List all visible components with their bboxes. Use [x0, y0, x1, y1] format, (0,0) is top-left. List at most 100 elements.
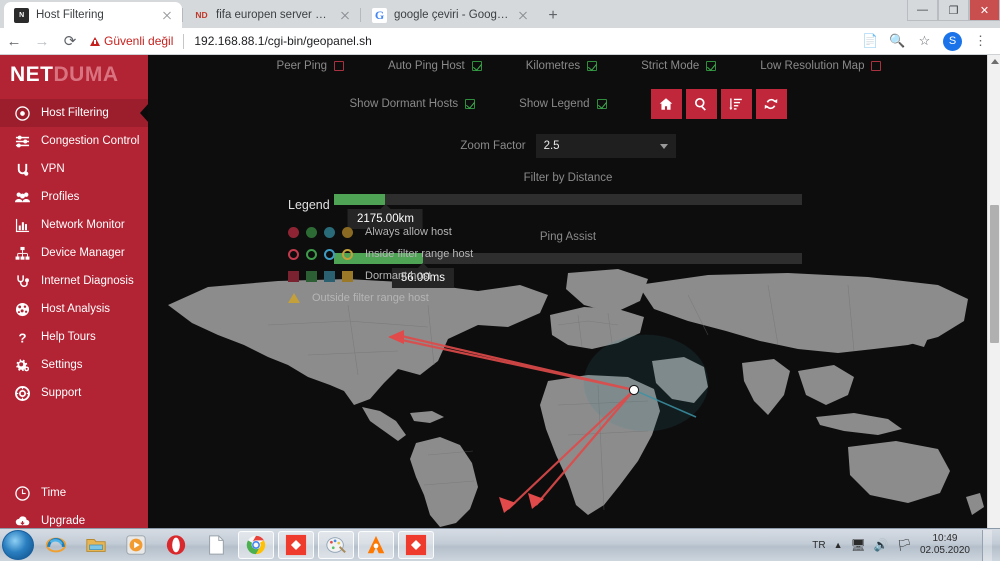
network-icon[interactable]: 🖥 [851, 538, 866, 552]
new-tab-button[interactable]: + [542, 5, 564, 27]
checkbox-row-primary: Peer Ping Auto Ping Host Kilometres Stri… [148, 55, 988, 77]
back-button[interactable]: ← [0, 33, 28, 50]
windows-taskbar: TR ▲ 🖥 🔊 🏳 10:49 02.05.2020 [0, 528, 1000, 561]
zoom-factor-select[interactable]: 2.5 [535, 134, 676, 158]
media-player-icon[interactable] [118, 531, 154, 559]
reload-button[interactable]: ⟳ [56, 32, 84, 50]
sidebar-item-host-filtering[interactable]: Host Filtering [0, 99, 149, 127]
sidebar-item-network-monitor[interactable]: Network Monitor [0, 211, 148, 239]
scroll-up-icon[interactable] [991, 59, 999, 64]
volume-icon[interactable]: 🔊 [874, 538, 889, 552]
checkbox-label: Show Legend [519, 98, 590, 110]
red-diamond-app-icon-2[interactable] [398, 531, 434, 559]
sidebar-item-device-manager[interactable]: Device Manager [0, 239, 148, 267]
swatch-teal-ring [324, 248, 335, 260]
google-chrome-icon[interactable] [238, 531, 274, 559]
legend-label: Inside filter range host [365, 248, 474, 260]
sidebar-item-support[interactable]: Support [0, 379, 148, 407]
checkbox-box[interactable] [596, 99, 607, 109]
close-icon[interactable] [160, 8, 174, 22]
show-desktop-button[interactable] [982, 529, 992, 561]
sitemap-icon [14, 245, 31, 262]
home-icon [659, 98, 673, 110]
sidebar-item-congestion-control[interactable]: Congestion Control [0, 127, 148, 155]
menu-kebab-icon[interactable]: ⋮ [967, 33, 994, 49]
paint-icon[interactable] [318, 531, 354, 559]
world-map[interactable] [148, 265, 988, 528]
sidebar-item-label: Device Manager [41, 247, 125, 259]
avast-icon[interactable] [358, 531, 394, 559]
windows-explorer-icon[interactable] [78, 531, 114, 559]
action-center-icon[interactable]: 🏳 [897, 538, 912, 552]
address-bar[interactable]: Güvenli değil 192.168.88.1/cgi-bin/geopa… [84, 33, 857, 49]
legend: Legend Always allow host Inside filter r… [288, 198, 473, 314]
search-icon[interactable]: 🔍 [884, 33, 911, 49]
sidebar-item-label: Settings [41, 359, 83, 371]
refresh-button[interactable] [755, 89, 787, 119]
checkbox-box[interactable] [465, 99, 476, 109]
sidebar-item-label: Network Monitor [41, 219, 125, 231]
filter-by-distance-block: Filter by Distance 2175.00km [148, 172, 988, 229]
sidebar-item-label: VPN [41, 163, 65, 175]
close-icon[interactable] [516, 8, 530, 22]
checkbox-auto-ping-host[interactable]: Auto Ping Host [388, 60, 482, 72]
internet-explorer-icon[interactable] [38, 531, 74, 559]
checkbox-kilometres[interactable]: Kilometres [526, 60, 598, 72]
warning-triangle-icon [90, 36, 100, 46]
language-indicator[interactable]: TR [812, 540, 825, 551]
swatch-gold-ring [342, 248, 353, 260]
slider-title: Filter by Distance [523, 172, 613, 184]
sidebar-item-internet-diagnosis[interactable]: Internet Diagnosis [0, 267, 148, 295]
checkbox-box[interactable] [587, 61, 598, 71]
browser-tab-1[interactable]: N Host Filtering [4, 2, 182, 28]
checkbox-strict-mode[interactable]: Strict Mode [641, 60, 717, 72]
search-button[interactable] [685, 89, 717, 119]
checkbox-box[interactable] [471, 61, 482, 71]
document-icon[interactable] [198, 531, 234, 559]
maximize-button[interactable]: ❐ [938, 0, 969, 21]
zoom-factor-row: Zoom Factor 2.5 [148, 134, 988, 158]
sidebar-item-profiles[interactable]: Profiles [0, 183, 148, 211]
checkbox-show-dormant-hosts[interactable]: Show Dormant Hosts [350, 98, 476, 110]
minimize-button[interactable]: — [907, 0, 938, 21]
clock[interactable]: 10:49 02.05.2020 [920, 533, 970, 557]
sidebar-item-upgrade[interactable]: Upgrade [0, 507, 148, 528]
sidebar-item-time[interactable]: Time [0, 479, 148, 507]
red-diamond-app-icon[interactable] [278, 531, 314, 559]
browser-tab-2[interactable]: ND fifa europen server problem - Co [184, 2, 360, 28]
checkbox-label: Peer Ping [276, 60, 328, 72]
people-icon [14, 189, 31, 206]
security-status[interactable]: Güvenli değil [90, 34, 173, 48]
checkbox-show-legend[interactable]: Show Legend [519, 98, 607, 110]
sidebar-item-help-tours[interactable]: ? Help Tours [0, 323, 148, 351]
forward-button[interactable]: → [28, 33, 56, 50]
start-button[interactable] [2, 530, 34, 560]
checkbox-label: Show Dormant Hosts [349, 98, 459, 110]
zoom-factor-label: Zoom Factor [460, 140, 526, 152]
sidebar-item-settings[interactable]: Settings [0, 351, 148, 379]
avatar[interactable]: S [943, 31, 962, 51]
show-hidden-icon[interactable]: ▲ [834, 540, 843, 550]
browser-tab-3[interactable]: G google çeviri - Google'da Ara [362, 2, 538, 28]
close-icon[interactable] [338, 8, 352, 22]
lifebuoy-icon [14, 385, 31, 402]
opera-icon[interactable] [158, 531, 194, 559]
question-mark-icon: ? [14, 329, 31, 346]
sidebar-item-vpn[interactable]: VPN [0, 155, 148, 183]
security-label: Güvenli değil [104, 34, 174, 48]
checkbox-box[interactable] [334, 61, 345, 71]
swatch-teal-square [324, 270, 335, 282]
checkbox-peer-ping[interactable]: Peer Ping [277, 60, 345, 72]
sidebar-item-host-analysis[interactable]: Host Analysis [0, 295, 148, 323]
close-window-button[interactable]: ✕ [969, 0, 1000, 21]
sort-list-button[interactable] [720, 89, 752, 119]
checkbox-box[interactable] [871, 61, 882, 71]
bookmark-star-icon[interactable]: ☆ [911, 33, 938, 49]
checkbox-low-resolution-map[interactable]: Low Resolution Map [760, 60, 882, 72]
checkbox-box[interactable] [706, 61, 717, 71]
scrollbar-thumb[interactable] [990, 205, 999, 343]
home-button[interactable] [650, 89, 682, 119]
translate-icon[interactable]: 📄 [857, 33, 884, 49]
page-scrollbar[interactable] [987, 55, 1000, 528]
search-icon [695, 98, 706, 111]
